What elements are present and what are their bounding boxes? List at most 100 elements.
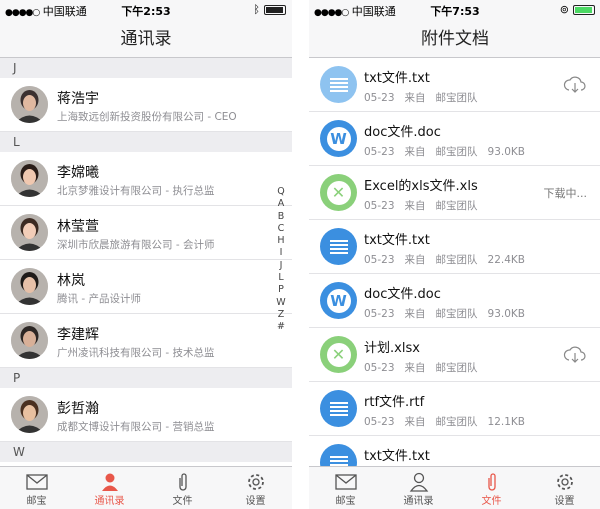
download-cloud-icon[interactable] [563,346,587,367]
tab-contacts[interactable]: 通讯录 [73,467,146,509]
index-letter[interactable]: C [275,223,287,235]
contact-description: 成都文博设计有限公司 - 营销总监 [57,421,215,433]
contact-name: 彭哲瀚 [57,401,99,417]
gear-icon [219,471,292,492]
file-row[interactable]: W doc文件.doc 05-23 来自 邮宝团队 93.0KB [309,274,600,328]
tab-label: 邮宝 [335,496,356,507]
file-row[interactable]: rtf文件.rtf 05-23 来自 邮宝团队 12.1KB [309,382,600,436]
section-header: L [0,132,292,152]
contact-description: 深圳市欣晨旅游有限公司 - 会计师 [57,239,215,251]
file-size: 22.4KB [487,254,525,266]
xls-file-icon: ✕ [320,174,357,211]
file-name: rtf文件.rtf [364,395,425,410]
battery-icon [573,4,595,15]
download-cloud-icon[interactable] [563,76,587,97]
file-from: 来自 [404,200,426,212]
index-letter[interactable]: # [275,321,287,333]
file-meta: 05-23 来自 邮宝团队 93.0KB [364,306,535,321]
file-sender: 邮宝团队 [435,146,478,158]
file-row[interactable]: txt文件.txt [309,436,600,466]
file-sender: 邮宝团队 [435,254,478,266]
tab-file[interactable]: 文件 [146,467,219,509]
contact-row[interactable]: 林莹萱 深圳市欣晨旅游有限公司 - 会计师 [0,206,292,260]
avatar [11,160,48,197]
contact-name: 李建辉 [57,327,99,343]
xls-file-icon: ✕ [320,336,357,373]
tab-label: 通讯录 [403,496,434,507]
contact-row[interactable]: 彭哲瀚 成都文博设计有限公司 - 营销总监 [0,388,292,442]
contact-description: 广州凌讯科技有限公司 - 技术总监 [57,347,215,359]
index-letter[interactable]: Q [275,186,287,198]
index-letter[interactable]: P [275,284,287,296]
gear-icon [528,471,600,492]
doc-file-icon: W [320,120,357,157]
download-status: 下载中... [543,187,588,200]
avatar [11,268,48,305]
tab-file[interactable]: 文件 [455,467,528,509]
file-list[interactable]: txt文件.txt 05-23 来自 邮宝团队 W doc文件.doc 05-23 来自… [309,58,600,466]
file-row[interactable]: ✕ 计划.xlsx 05-23 来自 邮宝团队 [309,328,600,382]
contact-row[interactable]: 蒋浩宇 上海致远创新投资股份有限公司 - CEO [0,78,292,132]
file-size: 93.0KB [487,146,525,158]
tab-label: 邮宝 [26,496,47,507]
file-date: 05-23 [364,362,395,374]
clock: 下午7:53 [430,5,480,18]
contact-row[interactable]: 李建辉 广州凌讯科技有限公司 - 技术总监 [0,314,292,368]
file-from: 来自 [404,416,426,428]
tab-settings[interactable]: 设置 [219,467,292,509]
file-name: txt文件.txt [364,233,430,248]
file-row[interactable]: txt文件.txt 05-23 来自 邮宝团队 22.4KB [309,220,600,274]
txt-file-icon [320,66,357,103]
tab-label: 设置 [245,496,266,507]
file-name: doc文件.doc [364,125,441,140]
file-meta: 05-23 来自 邮宝团队 [364,90,498,105]
person-icon [382,471,455,492]
tab-bar: 邮宝 通讯录 文件 设置 [309,466,600,509]
txt-file-icon [320,444,357,466]
file-from: 来自 [404,146,426,158]
mail-icon [309,471,382,492]
rotation-lock-icon: ⊚ [559,3,569,16]
contact-name: 蒋浩宇 [57,91,99,107]
index-letter[interactable]: J [275,260,287,272]
index-letter[interactable]: Z [275,309,287,321]
contact-row[interactable]: 林岚 腾讯 - 产品设计师 [0,260,292,314]
file-row[interactable]: txt文件.txt 05-23 来自 邮宝团队 [309,58,600,112]
tab-contacts[interactable]: 通讯录 [382,467,455,509]
tab-bar: 邮宝 通讯录 文件 设置 [0,466,292,509]
file-date: 05-23 [364,416,395,428]
index-letter[interactable]: A [275,198,287,210]
file-name: txt文件.txt [364,71,430,86]
contact-description: 上海致远创新投资股份有限公司 - CEO [57,111,237,123]
file-date: 05-23 [364,308,395,320]
file-sender: 邮宝团队 [435,92,478,104]
file-meta: 05-23 来自 邮宝团队 12.1KB [364,414,535,429]
contacts-screen: ●●●●○ 中国联通 下午2:53 ᛒ 通讯录 J 蒋浩宇 上海致远创新投资股份… [0,0,292,509]
file-from: 来自 [404,308,426,320]
file-date: 05-23 [364,200,395,212]
alphabet-index[interactable]: Q A B C H I J L P W Z # [275,186,287,334]
txt-file-icon [320,228,357,265]
index-letter[interactable]: H [275,235,287,247]
file-row[interactable]: W doc文件.doc 05-23 来自 邮宝团队 93.0KB [309,112,600,166]
person-icon [73,471,146,492]
avatar [11,396,48,433]
txt-file-icon [320,390,357,427]
contact-list[interactable]: J 蒋浩宇 上海致远创新投资股份有限公司 - CEO L 李嫦曦 北京梦雅设计有限… [0,58,292,466]
tab-mail[interactable]: 邮宝 [309,467,382,509]
index-letter[interactable]: B [275,211,287,223]
mail-icon [0,471,73,492]
tab-label: 通讯录 [94,496,125,507]
contact-row[interactable]: 李嫦曦 北京梦雅设计有限公司 - 执行总监 [0,152,292,206]
paperclip-icon [146,471,219,492]
contact-description: 北京梦雅设计有限公司 - 执行总监 [57,185,215,197]
file-meta: 05-23 来自 邮宝团队 [364,198,498,213]
index-letter[interactable]: W [275,297,287,309]
tab-settings[interactable]: 设置 [528,467,600,509]
file-row[interactable]: ✕ Excel的xls文件.xls 05-23 来自 邮宝团队 下载中... [309,166,600,220]
index-letter[interactable]: L [275,272,287,284]
tab-mail[interactable]: 邮宝 [0,467,73,509]
file-sender: 邮宝团队 [435,200,478,212]
index-letter[interactable]: I [275,247,287,259]
clock: 下午2:53 [121,5,171,18]
